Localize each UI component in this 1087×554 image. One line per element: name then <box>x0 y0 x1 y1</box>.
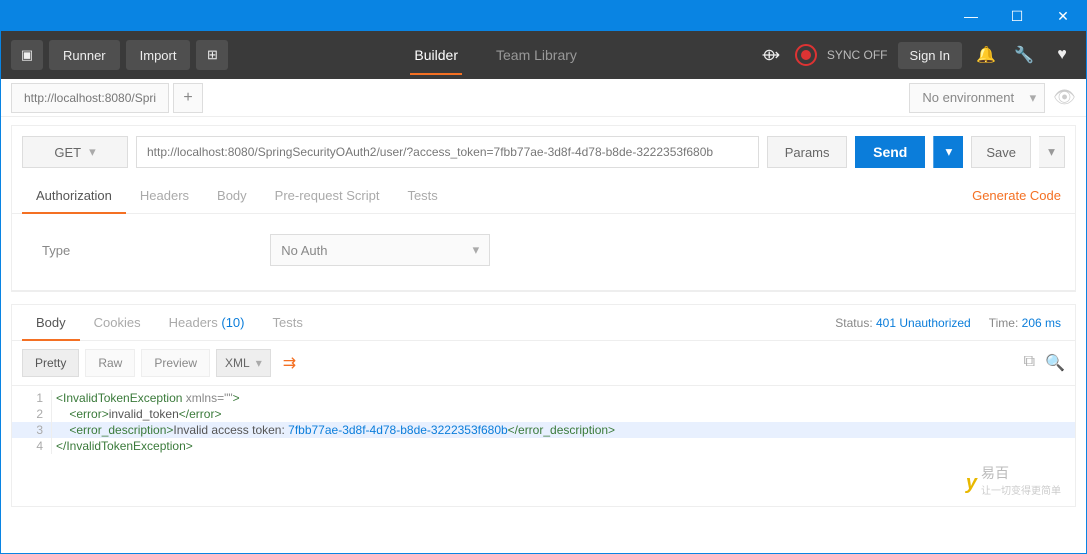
runner-button[interactable]: Runner <box>49 40 120 70</box>
chevron-down-icon: ▾ <box>256 356 262 370</box>
notifications-icon[interactable]: 🔔 <box>972 45 1000 65</box>
auth-pane: Type No Auth ▾ <box>12 214 1075 291</box>
http-method-select[interactable]: GET ▾ <box>22 136 128 168</box>
send-dropdown[interactable]: ▾ <box>933 136 963 168</box>
chevron-down-icon: ▾ <box>473 242 480 258</box>
format-select[interactable]: XML ▾ <box>216 349 271 377</box>
new-tab-icon: ⊞ <box>207 47 218 63</box>
save-dropdown[interactable]: ▾ <box>1039 136 1065 168</box>
save-button[interactable]: Save <box>971 136 1031 168</box>
auth-type-value: No Auth <box>281 243 327 258</box>
record-icon[interactable] <box>795 44 817 66</box>
response-time: 206 ms <box>1022 316 1061 330</box>
method-label: GET <box>54 145 81 160</box>
resp-tab-body[interactable]: Body <box>22 305 80 340</box>
toolbar-right: ⟴ SYNC OFF Sign In 🔔 🔧 ♥ <box>757 42 1076 69</box>
minimize-button[interactable]: — <box>948 1 994 31</box>
tab-tests[interactable]: Tests <box>393 178 451 213</box>
send-button[interactable]: Send <box>855 136 925 168</box>
params-button[interactable]: Params <box>767 136 847 168</box>
request-tab[interactable]: http://localhost:8080/Spri <box>11 83 169 113</box>
add-tab-button[interactable]: + <box>173 83 203 113</box>
app-toolbar: ▣ Runner Import ⊞ Builder Team Library ⟴… <box>1 31 1086 79</box>
chevron-down-icon: ▾ <box>89 144 96 160</box>
response-tabs: Body Cookies Headers (10) Tests Status: … <box>12 305 1075 341</box>
resp-tab-headers[interactable]: Headers (10) <box>155 305 259 340</box>
generate-code-link[interactable]: Generate Code <box>968 178 1065 213</box>
tab-strip: http://localhost:8080/Spri + No environm… <box>1 79 1086 117</box>
logo-icon: y <box>966 475 977 491</box>
request-tabs: Authorization Headers Body Pre-request S… <box>12 178 1075 214</box>
request-row: GET ▾ Params Send ▾ Save ▾ <box>12 126 1075 178</box>
response-status: Status: 401 Unauthorized Time: 206 ms <box>831 306 1065 340</box>
auth-type-select[interactable]: No Auth ▾ <box>270 234 490 266</box>
resp-tab-tests[interactable]: Tests <box>259 305 317 340</box>
watermark: y 易百 让一切变得更简单 <box>966 465 1061 500</box>
response-panel: Body Cookies Headers (10) Tests Status: … <box>11 304 1076 507</box>
request-panel: GET ▾ Params Send ▾ Save ▾ Authorization… <box>11 125 1076 292</box>
sign-in-button[interactable]: Sign In <box>898 42 962 69</box>
tab-authorization[interactable]: Authorization <box>22 178 126 213</box>
tab-builder[interactable]: Builder <box>410 35 462 75</box>
tab-team-library[interactable]: Team Library <box>492 35 581 75</box>
settings-icon[interactable]: 🔧 <box>1010 45 1038 65</box>
view-options: Pretty Raw Preview XML ▾ ⇉ ⧉ 🔍 <box>12 341 1075 386</box>
window-titlebar: — ☐ ✕ <box>1 1 1086 31</box>
response-body[interactable]: 1<InvalidTokenException xmlns=""> 2 <err… <box>12 386 1075 506</box>
auth-type-label: Type <box>42 243 70 258</box>
import-button[interactable]: Import <box>126 40 191 70</box>
tab-prerequest[interactable]: Pre-request Script <box>261 178 394 213</box>
maximize-button[interactable]: ☐ <box>994 1 1040 31</box>
copy-icon[interactable]: ⧉ <box>1024 353 1035 373</box>
capture-icon[interactable]: ⟴ <box>757 45 785 65</box>
view-pretty[interactable]: Pretty <box>22 349 79 377</box>
sync-status: SYNC OFF <box>827 48 888 62</box>
view-preview[interactable]: Preview <box>141 349 210 377</box>
wrap-lines-icon[interactable]: ⇉ <box>277 353 302 373</box>
environment-preview-icon[interactable]: 👁 <box>1053 87 1076 108</box>
new-tab-button[interactable]: ⊞ <box>196 40 228 70</box>
heart-icon[interactable]: ♥ <box>1048 46 1076 64</box>
tab-body[interactable]: Body <box>203 178 261 213</box>
search-icon[interactable]: 🔍 <box>1045 353 1065 373</box>
tab-headers[interactable]: Headers <box>126 178 203 213</box>
url-input[interactable] <box>136 136 759 168</box>
close-button[interactable]: ✕ <box>1040 1 1086 31</box>
sidebar-icon: ▣ <box>21 47 33 63</box>
main-tabs: Builder Team Library <box>234 31 756 79</box>
header-count: (10) <box>221 315 244 330</box>
status-code: 401 Unauthorized <box>876 316 971 330</box>
resp-tab-cookies[interactable]: Cookies <box>80 305 155 340</box>
toggle-sidebar-button[interactable]: ▣ <box>11 40 43 70</box>
environment-select[interactable]: No environment <box>909 83 1045 113</box>
view-raw[interactable]: Raw <box>85 349 135 377</box>
